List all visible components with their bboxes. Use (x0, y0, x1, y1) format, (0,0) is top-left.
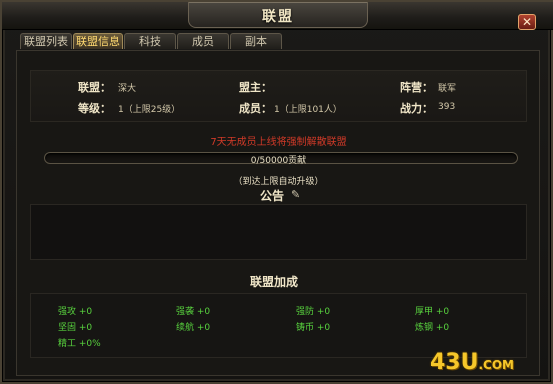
alliance-name-label: 联盟： (78, 81, 111, 94)
notice-box (30, 204, 527, 260)
notice-title: 公告 (260, 189, 285, 203)
members-label: 成员： (239, 102, 272, 115)
auto-upgrade-note: （到达上限自动升级） (233, 177, 324, 187)
alliance-window: 联盟 ✕ 联盟列表 联盟信息 科技 成员 副本 联盟： 深大 盟主： 阵营： 联… (0, 0, 553, 384)
site-watermark-logo: 43U.COM (430, 350, 514, 375)
bonus-item: 铸币 +0 (296, 323, 331, 333)
tab-members[interactable]: 成员 (177, 33, 229, 49)
close-button[interactable]: ✕ (518, 14, 536, 30)
window-title: 联盟 (262, 9, 294, 25)
camp-value: 联军 (438, 84, 457, 94)
tab-alliance-list[interactable]: 联盟列表 (20, 33, 72, 49)
bonus-item: 强袭 +0 (176, 307, 211, 317)
tab-technology[interactable]: 科技 (124, 33, 176, 49)
bonus-item: 厚甲 +0 (415, 307, 450, 317)
contribution-text: 0/50000贡献 (250, 156, 307, 166)
disband-warning: 7天无成员上线将强制解散联盟 (210, 137, 347, 148)
pencil-icon[interactable]: ✎ (291, 188, 303, 201)
camp-label: 阵营： (400, 81, 433, 94)
bonus-box (30, 293, 527, 358)
bonus-item: 强防 +0 (296, 307, 331, 317)
members-value: 1（上限101人） (274, 105, 342, 115)
leader-label: 盟主： (239, 81, 272, 94)
alliance-name-value: 深大 (118, 84, 137, 94)
bonus-item: 续航 +0 (176, 323, 211, 333)
tab-dungeon[interactable]: 副本 (230, 33, 282, 49)
bonus-item: 强攻 +0 (58, 307, 93, 317)
tab-alliance-info[interactable]: 联盟信息 (73, 33, 123, 49)
power-value: 393 (438, 102, 456, 112)
bonus-item: 炼钢 +0 (415, 323, 450, 333)
level-label: 等级： (78, 102, 111, 115)
level-value: 1（上限25级） (118, 105, 181, 115)
power-label: 战力： (400, 102, 433, 115)
bonus-item: 精工 +0% (58, 339, 101, 349)
bonus-item: 坚固 +0 (58, 323, 93, 333)
bonus-title: 联盟加成 (250, 275, 299, 289)
